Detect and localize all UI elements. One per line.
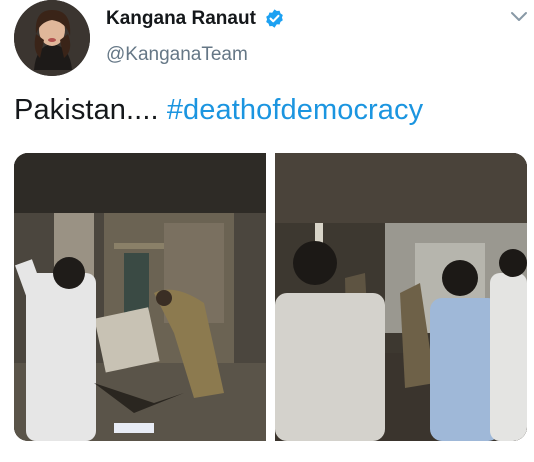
- tweet-photo-right[interactable]: [275, 153, 527, 441]
- avatar-image: [14, 0, 90, 76]
- author-avatar[interactable]: [14, 0, 90, 76]
- chevron-down-icon[interactable]: [509, 10, 529, 24]
- verified-badge-icon: [266, 9, 283, 28]
- hashtag-link[interactable]: #deathofdemocracy: [167, 94, 423, 126]
- tweet-text: Pakistan.... #deathofdemocracy: [14, 94, 423, 127]
- author-name[interactable]: Kangana Ranaut: [106, 8, 256, 30]
- tweet-text-prefix: Pakistan....: [14, 94, 167, 126]
- photo-right-image: [275, 153, 527, 441]
- author-handle[interactable]: @KanganaTeam: [106, 44, 248, 66]
- photo-left-image: [14, 153, 266, 441]
- tweet-photo-left[interactable]: [14, 153, 266, 441]
